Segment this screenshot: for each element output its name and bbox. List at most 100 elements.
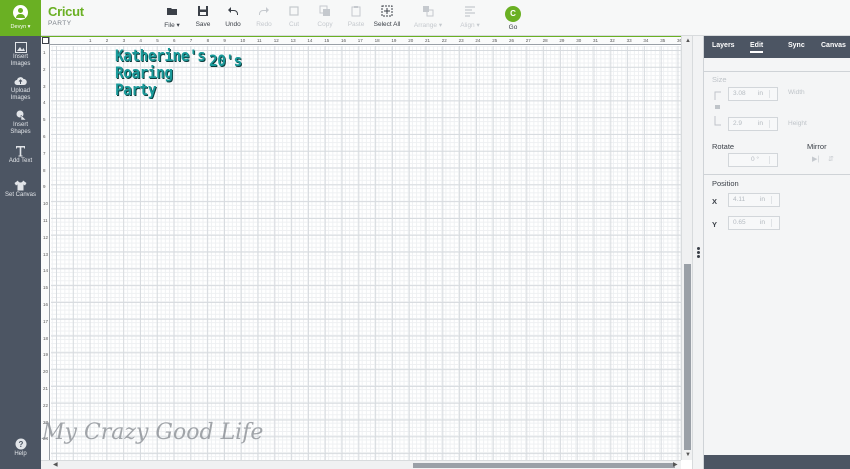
ruler-tick-label: 15 [324,38,330,43]
horizontal-scroll-thumb[interactable] [413,463,675,468]
sidebar-item-insert-shapes[interactable]: Insert Shapes [0,110,41,136]
ruler-tick-label: 14 [43,268,49,274]
ruler-tick-label: 21 [425,38,431,43]
ruler-tick-label: 28 [542,38,548,43]
sidebar-label: Upload Images [10,88,31,101]
panel-collapse-handle-icon[interactable] [695,246,701,260]
x-position-field[interactable]: 4.11 in [728,193,780,207]
left-ruler: 1 2 3 4 5 6 7 8 9 10 11 12 13 14 15 16 17 18 19 20 21 22 23 24 [41,36,50,460]
user-avatar-icon [13,5,28,20]
vertical-scroll-thumb[interactable] [684,264,691,450]
sidebar-item-insert-images[interactable]: Insert Images [0,42,41,68]
ruler-tick-label: 18 [43,335,49,341]
scroll-down-arrow-icon[interactable]: ▼ [685,451,691,459]
scroll-left-arrow-icon[interactable]: ◀ [53,461,58,469]
ruler-tick-label: 35 [660,38,666,43]
edit-panel: Layers Edit Sync Canvas Size 3.08 in Widt… [703,36,850,469]
save-icon [198,6,208,16]
mirror-label: Mirror [807,142,827,151]
size-label: Size [712,75,727,84]
ruler-tick-label: 9 [223,38,226,43]
select-all-label: Select All [373,21,401,28]
ruler-tick-label: 2 [105,38,109,43]
ruler-tick-label: 5 [43,117,46,123]
rotate-field[interactable]: 0 ° [728,153,778,167]
ruler-tick-label: 17 [43,318,49,324]
sidebar-item-add-text[interactable]: Add Text [0,145,41,165]
ruler-tick-label: 5 [156,38,159,43]
tab-layers[interactable]: Layers [712,42,735,49]
cricut-c-icon: C [510,9,516,18]
ruler-tick-label: 19 [43,352,49,358]
scroll-up-arrow-icon[interactable]: ▲ [685,37,691,45]
top-toolbar: Devyn ▾ Cricut PARTY File ▾ Save Undo Re… [0,0,850,36]
mirror-horizontal-icon[interactable]: ▶| [812,155,819,163]
ruler-tick-label: 14 [307,38,313,43]
sidebar-label: Set Canvas [4,192,37,198]
arrange-menu[interactable]: Arrange ▾ [410,5,446,33]
undo-icon [228,7,238,15]
panel-footer [704,455,850,469]
sidebar-label: Add Text [8,158,33,164]
sidebar-label: Insert Shapes [10,122,31,135]
ruler-tick-label: 1 [89,38,92,43]
ruler-accent-line [41,36,692,37]
sidebar-item-upload-images[interactable]: Upload Images [0,76,41,102]
y-label: Y [712,220,718,229]
go-button[interactable]: C [505,6,521,22]
text-icon [16,146,25,157]
ruler-tick-label: 22 [441,38,447,43]
width-label: Width [788,89,805,96]
horizontal-scrollbar[interactable]: ◀ ▶ [41,460,681,469]
shapes-icon [16,110,27,121]
design-canvas[interactable]: 1 2 3 4 5 6 7 8 9 10 11 12 13 14 15 16 17 18 19 20 21 22 23 24 2… [41,36,699,469]
divider [704,174,850,175]
left-sidebar: Insert Images Upload Images Insert Shapes A… [0,36,41,469]
ruler-tick-label: 33 [626,38,632,43]
canvas-text-20s[interactable]: 20's [209,52,242,69]
mirror-vertical-icon[interactable]: ⇵ [828,155,834,163]
svg-text:?: ? [18,440,23,449]
tab-edit[interactable]: Edit [750,42,764,53]
ruler-tick-label: 29 [559,38,565,43]
shirt-icon [14,180,27,191]
x-label: X [712,197,718,206]
vertical-scrollbar[interactable]: ▲ ▼ [681,36,692,460]
ruler-tick-label: 27 [525,38,531,43]
ruler-tick-label: 8 [43,167,46,173]
ruler-tick-label: 1 [43,50,46,55]
ruler-tick-label: 25 [492,38,498,43]
ruler-tick-label: 3 [43,83,46,89]
folder-icon [167,8,177,15]
sidebar-item-set-canvas[interactable]: Set Canvas [0,180,41,199]
lock-ratio-icon[interactable] [713,91,723,127]
ruler-tick-label: 23 [458,38,464,43]
tab-canvas[interactable]: Canvas [821,42,846,49]
ruler-tick-label: 32 [609,38,615,43]
align-label: Align ▾ [460,22,480,29]
height-field[interactable]: 2.9 in [728,117,778,131]
select-all-icon [381,5,393,17]
account-menu[interactable]: Devyn ▾ [0,0,41,36]
scroll-right-arrow-icon[interactable]: ▶ [673,461,678,469]
text-line: Party [115,80,157,99]
ruler-tick-label: 7 [189,38,193,43]
arrange-label: Arrange ▾ [413,22,443,29]
sidebar-item-help[interactable]: ? Help [0,438,41,458]
tab-sync[interactable]: Sync [788,42,805,49]
select-all-button[interactable]: Select All [369,5,405,33]
ruler-tick-label: 30 [576,38,582,43]
ruler-tick-label: 13 [290,38,296,43]
canvas-grid[interactable] [51,46,681,460]
align-menu[interactable]: Align ▾ [452,5,488,33]
ruler-tick-label: 4 [139,38,142,43]
y-position-field[interactable]: 0.65 in [728,216,780,230]
go-label: Go [508,24,518,31]
ruler-tick-label: 10 [240,38,246,43]
redo-icon [259,7,269,15]
canvas-text-title[interactable]: Katherine's Roaring Party [115,47,206,99]
rotate-label: Rotate [712,142,735,151]
copy-icon [319,5,330,16]
width-field[interactable]: 3.08 in [728,87,778,101]
text-line: Roaring [115,63,173,82]
